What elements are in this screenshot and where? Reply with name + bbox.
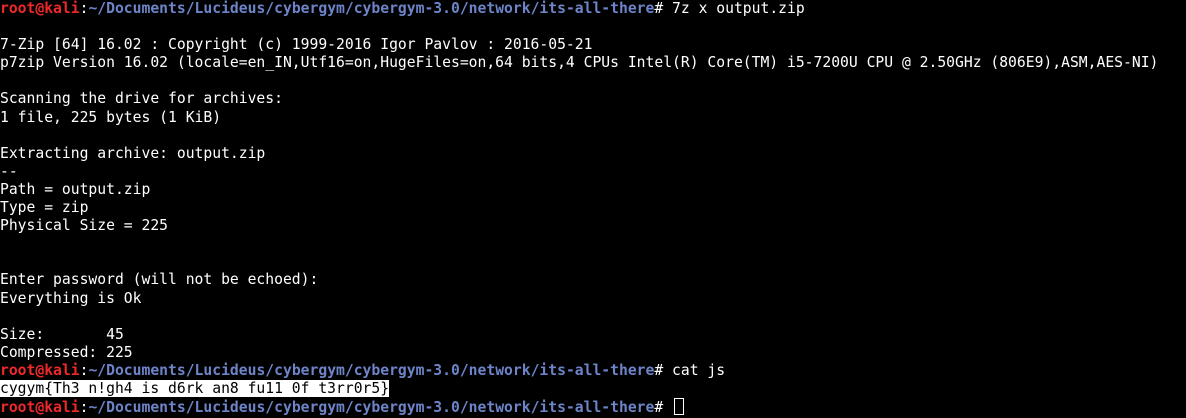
command-text: cat js — [663, 361, 726, 379]
prompt-path: ~/Documents/Lucideus/cybergym/cybergym-3… — [88, 0, 655, 17]
output-line: -- — [0, 162, 18, 180]
prompt-user: root@kali — [0, 361, 80, 379]
output-line: Size: 45 — [0, 325, 124, 343]
output-line: p7zip Version 16.02 (locale=en_IN,Utf16=… — [0, 54, 1159, 72]
flag-line: cygym{Th3 n!gh4 is d6rk an8 fu11 0f t3rr… — [0, 379, 1186, 398]
output-line: Compressed: 225 — [0, 343, 133, 361]
terminal-window[interactable]: root@kali:~/Documents/Lucideus/cybergym/… — [0, 0, 1186, 418]
prompt-symbol: # — [654, 399, 664, 417]
prompt-user: root@kali — [0, 0, 80, 17]
text-cursor — [674, 398, 685, 416]
output-line: Type = zip — [0, 199, 89, 217]
output-line: Path = output.zip — [0, 180, 151, 198]
prompt-path: ~/Documents/Lucideus/cybergym/cybergym-3… — [88, 361, 655, 379]
output-line: Scanning the drive for archives: — [0, 90, 283, 108]
output-line: Enter password (will not be echoed): — [0, 271, 319, 289]
prompt-line: root@kali:~/Documents/Lucideus/cybergym/… — [0, 362, 1186, 380]
output-line: 1 file, 225 bytes (1 KiB) — [0, 108, 222, 126]
output-line: 7-Zip [64] 16.02 : Copyright (c) 1999-20… — [0, 36, 593, 54]
prompt-line: root@kali:~/Documents/Lucideus/cybergym/… — [0, 0, 1186, 18]
command-input[interactable] — [663, 399, 672, 416]
prompt-user: root@kali — [0, 399, 80, 417]
prompt-symbol: # — [654, 361, 664, 379]
command-text: 7z x output.zip — [663, 0, 805, 17]
output-line: Physical Size = 225 — [0, 217, 169, 235]
output-line: Extracting archive: output.zip — [0, 144, 266, 162]
flag-text-selected[interactable]: cygym{Th3 n!gh4 is d6rk an8 fu11 0f t3rr… — [0, 379, 390, 397]
prompt-line-active[interactable]: root@kali:~/Documents/Lucideus/cybergym/… — [0, 398, 1186, 416]
output-line: Everything is Ok — [0, 289, 142, 307]
prompt-path: ~/Documents/Lucideus/cybergym/cybergym-3… — [88, 399, 655, 417]
prompt-symbol: # — [654, 0, 664, 17]
